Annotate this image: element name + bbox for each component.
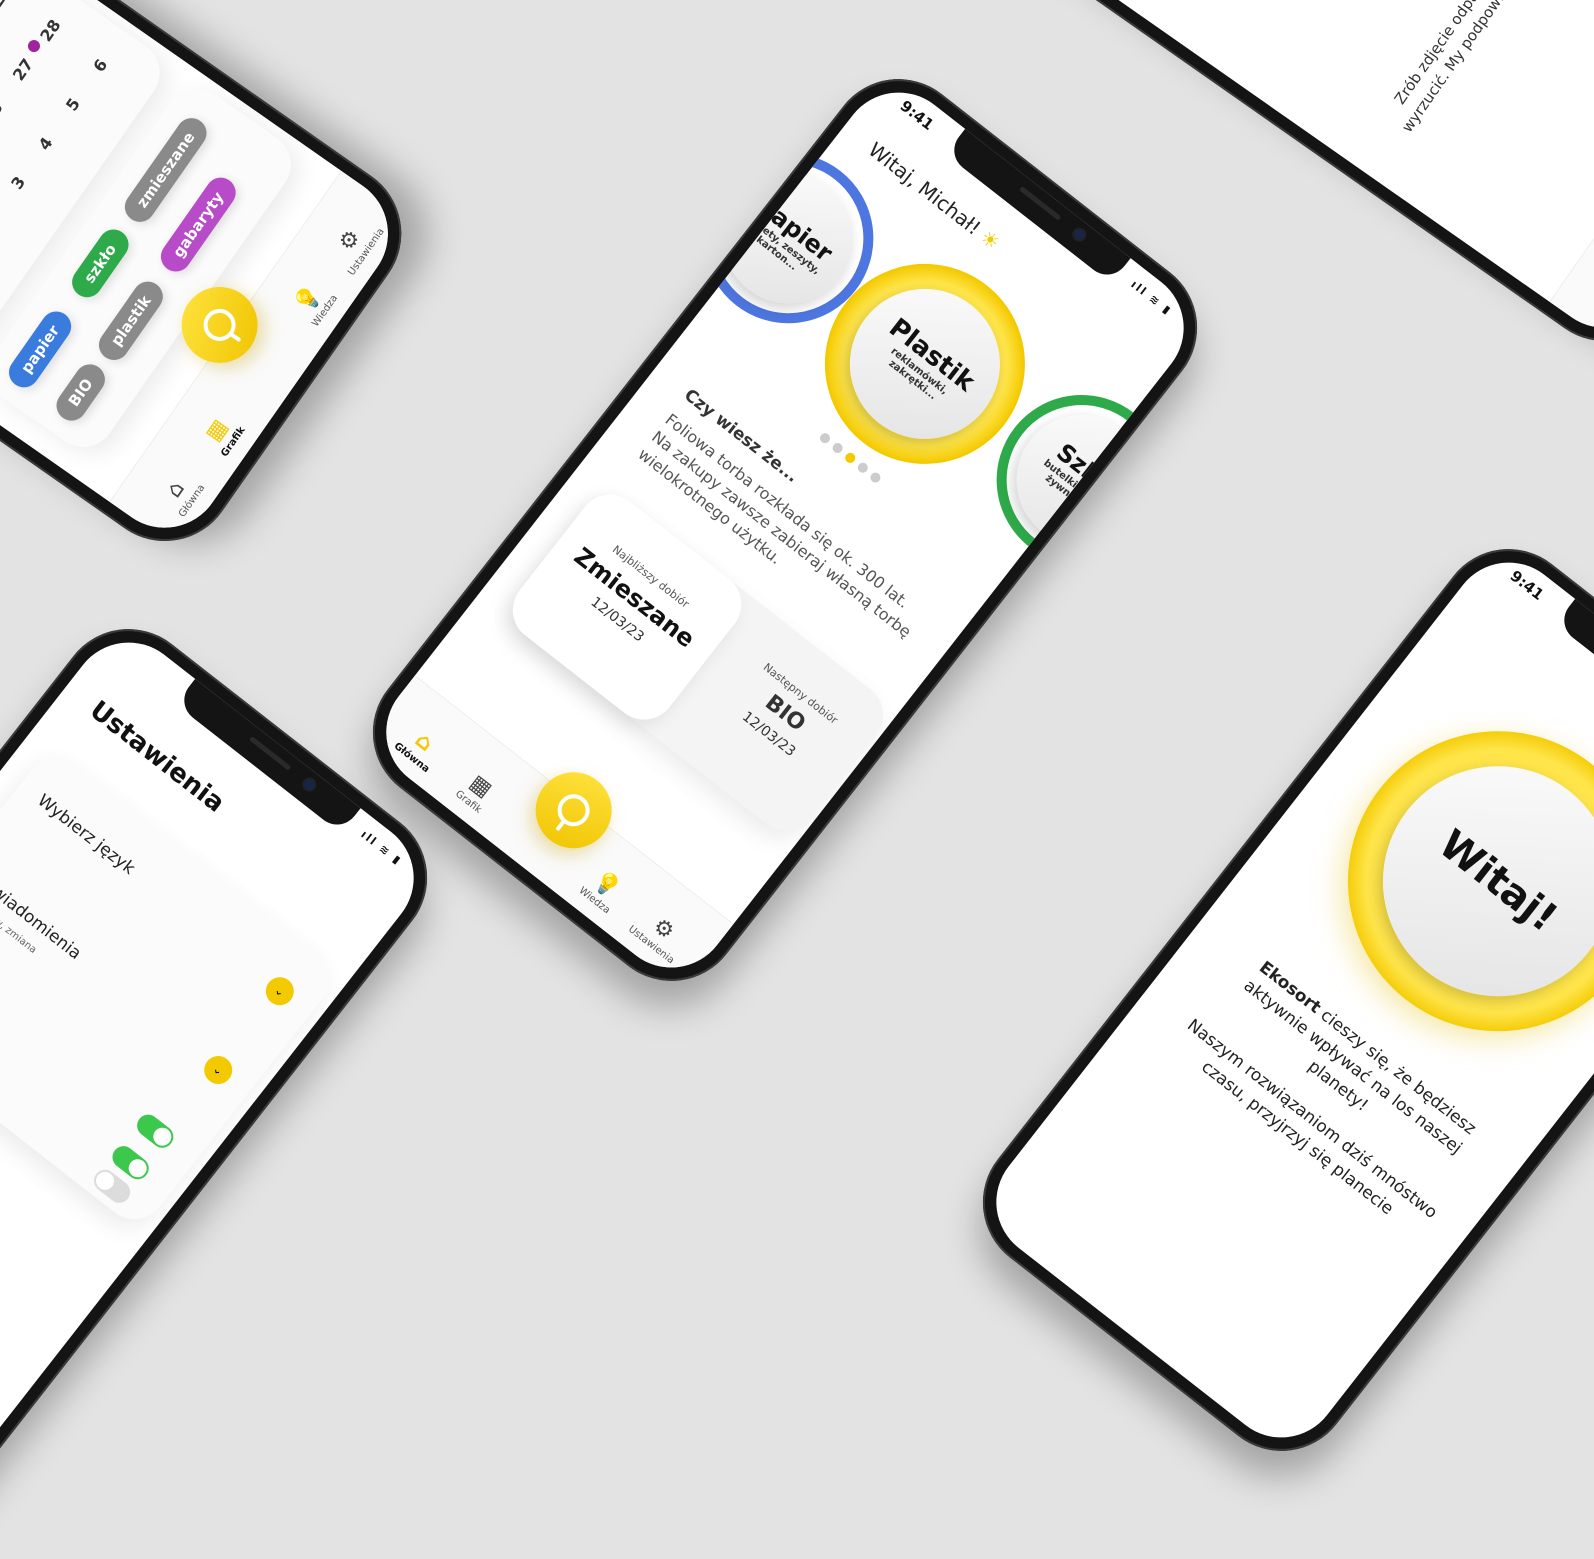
speaker bbox=[248, 736, 292, 771]
status-time: 9:41 bbox=[1506, 566, 1548, 604]
category-szklo[interactable]: szkło bbox=[66, 224, 135, 304]
category-bio[interactable]: BIO bbox=[50, 358, 111, 427]
search-icon bbox=[197, 302, 242, 348]
home-icon: ⌂ bbox=[1583, 250, 1594, 329]
category-papier[interactable]: papier bbox=[3, 305, 78, 394]
speaker bbox=[1018, 186, 1062, 221]
home-screen: 9:41 ıll ≋ ▮ Witaj, Michał! ☀ Papier gaz… bbox=[362, 69, 1208, 991]
page-dot[interactable] bbox=[818, 431, 833, 446]
page-dot[interactable] bbox=[855, 460, 870, 475]
chevron-down-icon: ⌄ bbox=[260, 971, 300, 1011]
notifications-row[interactable]: Powiadomienia ⌄ wywozów, zmiana bbox=[0, 869, 238, 1115]
phone-schedule: 28 1 2 10 18 26 6 7 8 9 17 25 2 13 14 15… bbox=[0, 0, 429, 569]
page-dot[interactable] bbox=[830, 441, 845, 456]
page-dot[interactable] bbox=[868, 470, 883, 485]
schedule-screen: 28 1 2 10 18 26 6 7 8 9 17 25 2 13 14 15… bbox=[0, 0, 411, 551]
settings-screen: ıll ≋ ▮ Ustawienia Wybierz język ⌄ Powia… bbox=[0, 619, 438, 1541]
status-icons: ıll ≋ ▮ bbox=[358, 827, 405, 868]
notch bbox=[945, 127, 1132, 284]
camera-hint: Zrób zdjęcie odpadu, który chcesz wyrzuc… bbox=[1390, 0, 1582, 136]
status-icons: ıll ≋ ▮ bbox=[1128, 277, 1175, 318]
phone-home: 9:41 ıll ≋ ▮ Witaj, Michał! ☀ Papier gaz… bbox=[344, 50, 1226, 1010]
search-icon bbox=[551, 787, 597, 833]
nav-settings[interactable]: ⚙ Ustawienia bbox=[318, 201, 394, 288]
bottom-nav: ⌂Główna ▦Grafik bbox=[1549, 0, 1594, 351]
welcome-title: Witaj! bbox=[1430, 821, 1566, 942]
status-time: 9:41 bbox=[896, 96, 938, 134]
notifications-toggle[interactable] bbox=[132, 1110, 178, 1153]
nav-settings[interactable]: ⚙ Ustawienia bbox=[616, 896, 702, 974]
nav-home[interactable]: ⌂Główna bbox=[1583, 250, 1594, 337]
camera-icon bbox=[302, 777, 317, 792]
welcome-screen: 9:41 ıll ≋ ▮ Witaj! Ekosort cieszy się, … bbox=[972, 539, 1594, 1461]
sun-icon: ☀ bbox=[975, 224, 1005, 255]
notch bbox=[1555, 597, 1594, 754]
nav-schedule[interactable]: ▦ Grafik bbox=[185, 391, 261, 478]
category-plastik[interactable]: plastik bbox=[93, 275, 169, 366]
camera-icon bbox=[1072, 227, 1087, 242]
phone-welcome: 9:41 ıll ≋ ▮ Witaj! Ekosort cieszy się, … bbox=[954, 520, 1594, 1480]
settings-card: Wybierz język ⌄ Powiadomienia ⌄ wywozów,… bbox=[0, 744, 343, 1233]
page-dot-active[interactable] bbox=[843, 450, 858, 465]
language-label: Wybierz język bbox=[33, 790, 139, 879]
nav-schedule[interactable]: ▦ Grafik bbox=[433, 753, 519, 831]
